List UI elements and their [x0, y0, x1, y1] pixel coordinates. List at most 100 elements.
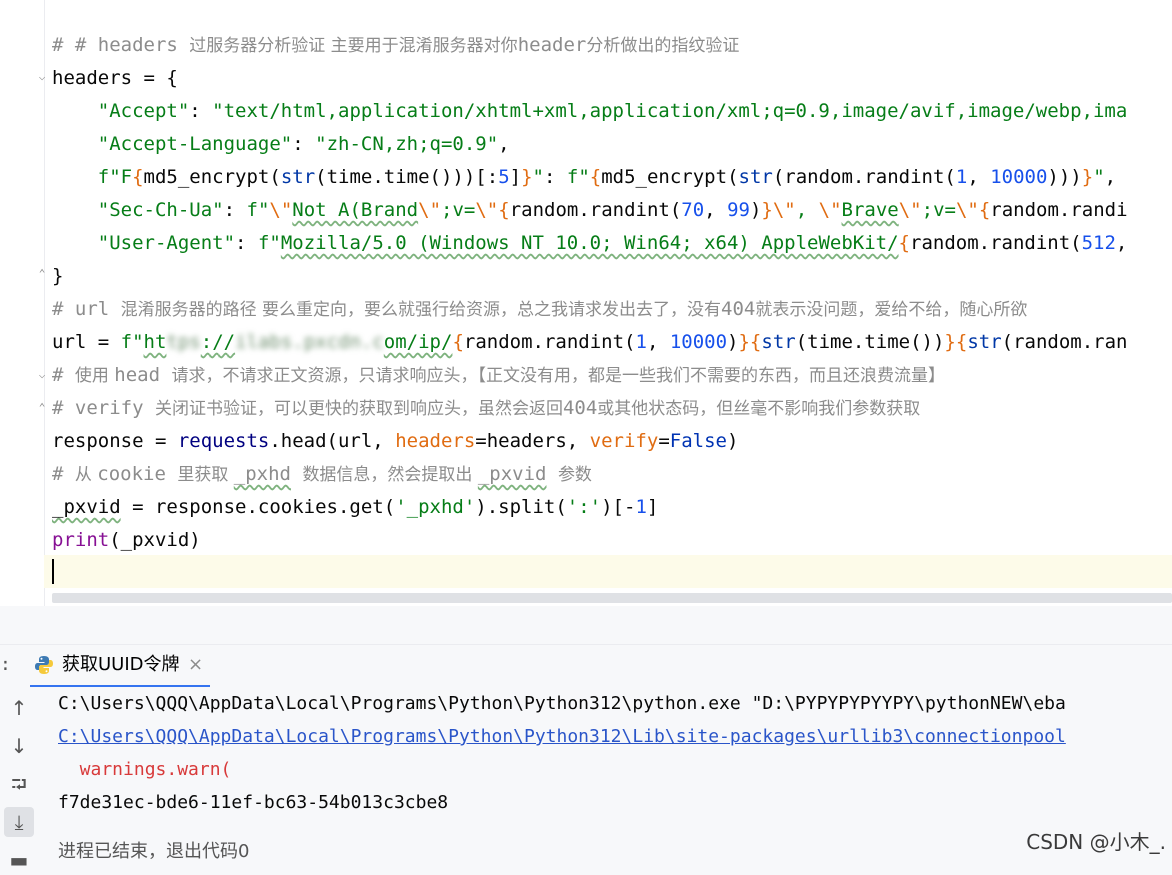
code-line[interactable]: "Accept": "text/html,application/xhtml+x… — [52, 95, 1128, 128]
fold-icon[interactable]: ⌵ — [36, 71, 48, 83]
code-token: _pxvid — [52, 496, 121, 518]
code-line[interactable]: url = f"https://ilabs.pxcdn.com/ip/{rand… — [52, 326, 1127, 359]
code-token: : — [292, 133, 316, 155]
code-token: 过服务器分析验证 主要用于混淆服务器对你 — [189, 36, 518, 56]
soft-wrap-icon[interactable]: ⮒ — [4, 769, 34, 799]
code-line[interactable]: f"F{md5_encrypt(str(time.time()))[:5]}":… — [52, 161, 1116, 194]
code-token: , — [795, 199, 819, 221]
console-line-exit: 进程已结束，退出代码0 — [58, 841, 250, 862]
code-token: } — [521, 166, 533, 188]
code-token: ).split( — [475, 496, 567, 518]
arrow-down-icon[interactable]: ↓ — [4, 731, 34, 761]
code-token: 参数 — [557, 465, 592, 485]
console-output[interactable]: C:\Users\QQQ\AppData\Local\Programs\Pyth… — [44, 685, 1172, 862]
run-tool-window: : 获取UUID令牌 × ↑ ↓ ⮒ ⤓ ▬ C:\Users\QQQ\AppD… — [0, 644, 1172, 872]
code-line[interactable]: # 使用 head 请求，不请求正文资源，只请求响应头，【正文没有用，都是一些我… — [52, 359, 945, 392]
code-token: ':' — [566, 496, 602, 518]
close-icon[interactable]: × — [188, 645, 203, 685]
code-token: f" — [120, 331, 144, 353]
code-token: f" — [566, 166, 590, 188]
code-token: \" — [898, 199, 922, 221]
code-line[interactable]: # url 混淆服务器的路径 要么重定向，要么就强行给资源，总之我请求发出去了，… — [52, 293, 1027, 326]
code-token: header — [517, 34, 587, 56]
code-token: \" — [955, 199, 979, 221]
code-token: # url — [52, 298, 121, 320]
code-token: \" — [475, 199, 499, 221]
code-line[interactable]: "Accept-Language": "zh-CN,zh;q=0.9", — [52, 128, 510, 161]
code-editor[interactable]: ⌵ ⌃ ⌵ ⌃ # # headers 过服务器分析验证 主要用于混淆服务器对你… — [0, 0, 1172, 606]
code-token: ] — [646, 496, 659, 518]
code-token: 使用 — [74, 366, 115, 386]
code-token: headers = { — [52, 67, 178, 89]
code-token: ht — [143, 331, 167, 353]
code-token: str — [967, 331, 1002, 353]
tab-run-config[interactable]: 获取UUID令牌 × — [30, 645, 210, 687]
code-token: 就表示没问题，爱给不给，随心所欲 — [755, 300, 1028, 320]
code-token: { — [498, 199, 510, 221]
horizontal-scrollbar[interactable] — [52, 593, 1172, 603]
code-line[interactable]: _pxvid = response.cookies.get('_pxhd').s… — [52, 491, 658, 524]
code-token: str — [761, 331, 796, 353]
tab-bar-prefix: : — [0, 654, 11, 675]
code-token: random.randint( — [910, 232, 1082, 254]
code-token: " — [532, 166, 544, 188]
code-token: 10000 — [669, 331, 728, 353]
code-token: 10000 — [990, 166, 1048, 188]
code-line[interactable]: # # headers 过服务器分析验证 主要用于混淆服务器对你header分析… — [52, 29, 739, 62]
code-token: url = — [52, 331, 121, 353]
code-token: om/ip/ — [383, 331, 453, 353]
code-line[interactable]: "Sec-Ch-Ua": f"\"Not A(Brand\";v=\"{rand… — [52, 194, 1128, 227]
code-token: { — [978, 199, 991, 221]
code-token: : — [189, 100, 213, 122]
code-token: 404 — [562, 397, 598, 419]
code-token: , — [646, 331, 670, 353]
code-token: random.randi — [990, 199, 1128, 221]
python-icon — [35, 656, 53, 674]
code-token: }{ — [944, 331, 968, 353]
code-token: 混淆服务器的路径 要么重定向，要么就强行给资源，总之我请求发出去了，没有 — [120, 300, 722, 320]
code-token: '_pxhd' — [395, 496, 476, 518]
console-line-warning-path[interactable]: C:\Users\QQQ\AppData\Local\Programs\Pyth… — [58, 720, 1066, 753]
code-line[interactable]: response = requests.head(url, headers=he… — [52, 425, 738, 458]
code-token: \" — [818, 199, 842, 221]
code-token: 1 — [635, 496, 647, 518]
code-token: 5 — [498, 166, 510, 188]
code-line[interactable]: # verify 关闭证书验证，可以更快的获取到响应头，虽然会返回404或其他状… — [52, 392, 920, 425]
fold-icon[interactable]: ⌃ — [36, 268, 48, 280]
code-line[interactable]: print(_pxvid) — [52, 524, 201, 557]
code-token: f"F — [97, 166, 133, 188]
code-token: (time.time()) — [795, 331, 945, 353]
code-line[interactable]: headers = { — [52, 62, 178, 95]
code-token: f" — [257, 232, 281, 254]
print-icon[interactable]: ▬ — [4, 845, 34, 875]
code-token: "User-Agent" — [97, 232, 236, 254]
code-token: 请求，不请求正文资源，只请求响应头，【正文没有用，都是一些我们不需要的东西，而且… — [171, 366, 946, 386]
code-token: verify — [589, 430, 659, 452]
code-token: \" — [772, 199, 796, 221]
fold-icon[interactable]: ⌃ — [36, 402, 48, 414]
code-token: } — [52, 265, 64, 287]
code-token: \" — [418, 199, 442, 221]
code-token: Brave — [841, 199, 899, 221]
console-line-output: f7de31ec-bde6-11ef-bc63-54b013c3cbe8 — [58, 792, 449, 813]
code-token: = — [658, 430, 670, 452]
code-line[interactable]: } — [52, 260, 63, 293]
code-token: Not A(Brand — [292, 199, 419, 221]
code-token: # verify — [52, 397, 155, 419]
code-token: { — [589, 166, 602, 188]
code-token: 1 — [955, 166, 968, 188]
fold-icon[interactable]: ⌵ — [36, 369, 48, 381]
arrow-up-icon[interactable]: ↑ — [4, 693, 34, 723]
code-token: tps — [166, 331, 201, 353]
scroll-to-end-icon[interactable]: ⤓ — [4, 807, 34, 837]
code-token: str — [280, 166, 316, 188]
code-token: } — [761, 199, 773, 221]
code-line[interactable]: # 从 cookie 里获取 _pxhd 数据信息，然会提取出 _pxvid 参… — [52, 458, 592, 491]
code-token: "Accept-Language" — [97, 133, 293, 155]
code-token: ) — [749, 199, 762, 221]
code-line[interactable]: "User-Agent": f"Mozilla/5.0 (Windows NT … — [52, 227, 1128, 260]
